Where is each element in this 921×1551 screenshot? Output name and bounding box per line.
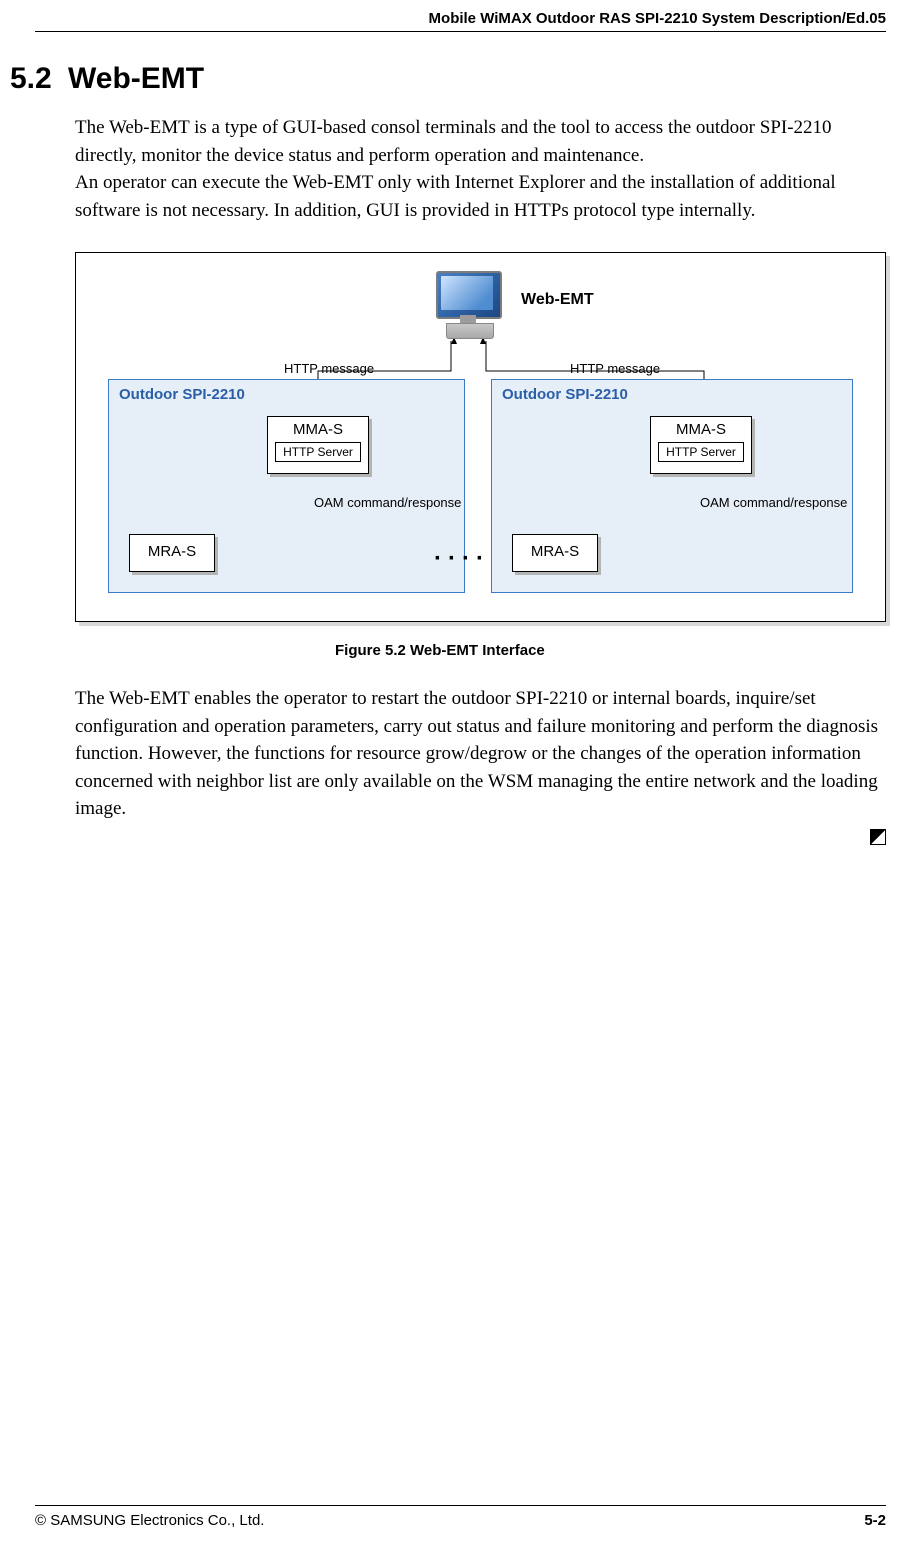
figure-caption: Figure 5.2 Web-EMT Interface (75, 642, 886, 659)
page-number: 5-2 (864, 1512, 886, 1529)
oam-label-right: OAM command/response (700, 495, 847, 510)
mma-s-box-right: MMA-S HTTP Server (650, 416, 752, 474)
http-server-box-left: HTTP Server (275, 442, 361, 462)
ellipsis-icon: ···· (434, 545, 490, 573)
mma-s-label: MMA-S (293, 421, 343, 438)
doc-title: Mobile WiMAX Outdoor RAS SPI-2210 System… (429, 10, 886, 27)
mma-s-box-left: MMA-S HTTP Server (267, 416, 369, 474)
page-header: Mobile WiMAX Outdoor RAS SPI-2210 System… (35, 0, 886, 32)
diagram-frame: Web-EMT HTTP message HTTP message Outdoo… (75, 252, 886, 622)
page-content: 5.2Web-EMT The Web-EMT is a type of GUI-… (0, 32, 921, 845)
para1: The Web-EMT is a type of GUI-based conso… (75, 117, 832, 166)
web-emt-label: Web-EMT (521, 291, 594, 309)
spi-title-right: Outdoor SPI-2210 (502, 386, 628, 403)
intro-text: The Web-EMT is a type of GUI-based conso… (75, 114, 886, 224)
section-end-icon (870, 829, 886, 845)
section-title: Web-EMT (68, 62, 204, 95)
computer-icon (430, 271, 512, 341)
para2: An operator can execute the Web-EMT only… (75, 172, 836, 221)
para3: The Web-EMT enables the operator to rest… (75, 688, 878, 819)
http-message-label-right: HTTP message (570, 361, 660, 376)
mra-s-box-right: MRA-S (512, 534, 598, 572)
page-footer: © SAMSUNG Electronics Co., Ltd. 5-2 (35, 1505, 886, 1529)
http-server-box-right: HTTP Server (658, 442, 744, 462)
oam-label-left: OAM command/response (314, 495, 461, 510)
mra-s-box-left: MRA-S (129, 534, 215, 572)
mma-s-label-r: MMA-S (676, 421, 726, 438)
section-number: 5.2 (10, 62, 68, 96)
http-message-label-left: HTTP message (284, 361, 374, 376)
section-heading: 5.2Web-EMT (10, 62, 886, 96)
spi-title-left: Outdoor SPI-2210 (119, 386, 245, 403)
para3-block: The Web-EMT enables the operator to rest… (75, 685, 886, 845)
spi-2210-box-left: Outdoor SPI-2210 MMA-S HTTP Server MRA-S (108, 379, 465, 593)
copyright-text: © SAMSUNG Electronics Co., Ltd. (35, 1512, 264, 1529)
figure-5-2: Web-EMT HTTP message HTTP message Outdoo… (75, 252, 886, 659)
spi-2210-box-right: Outdoor SPI-2210 MMA-S HTTP Server MRA-S (491, 379, 853, 593)
